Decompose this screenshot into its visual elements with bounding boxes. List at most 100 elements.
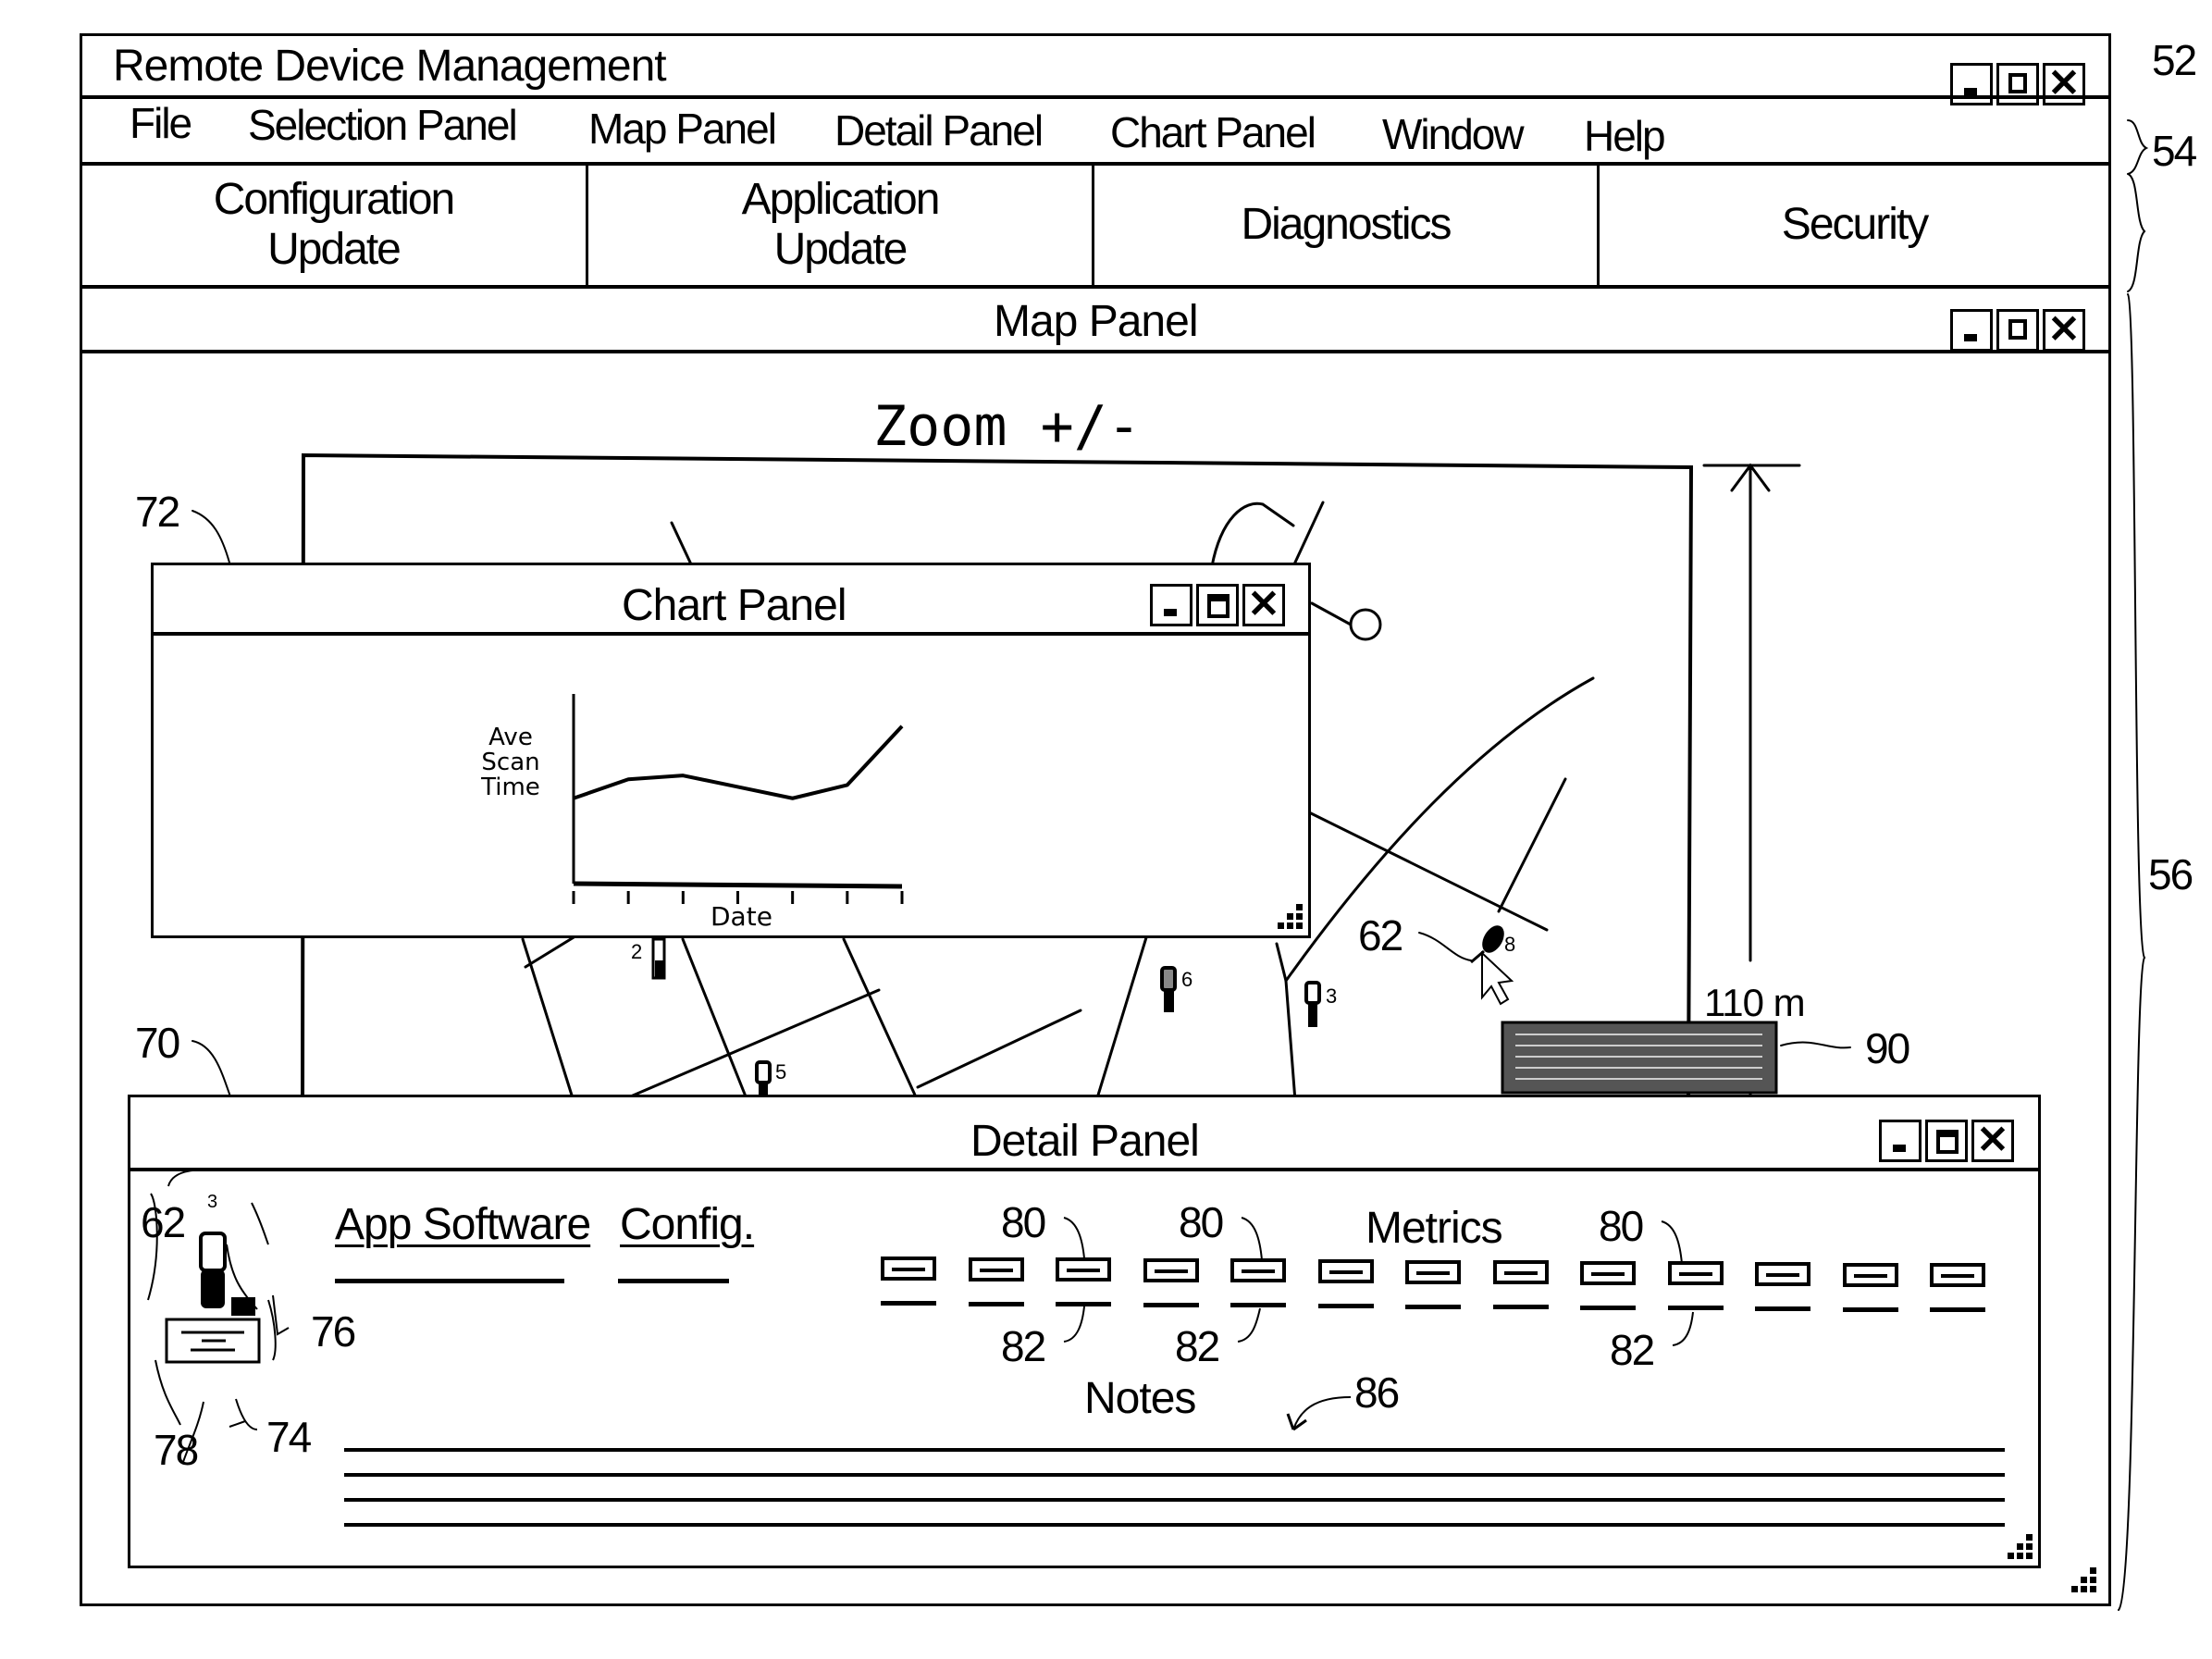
map-road bbox=[1497, 777, 1567, 913]
maximize-icon bbox=[1207, 594, 1230, 618]
metric-item[interactable] bbox=[1755, 1262, 1810, 1286]
ref-label-74: 74 bbox=[266, 1413, 312, 1461]
metric-value bbox=[1930, 1307, 1985, 1313]
resize-grip-icon[interactable] bbox=[2007, 1534, 2034, 1562]
detail-minimize-button[interactable] bbox=[1879, 1120, 1922, 1162]
ref-label-62-detail: 62 bbox=[141, 1198, 186, 1246]
minimize-icon bbox=[1893, 1145, 1906, 1152]
leader-72 bbox=[192, 510, 230, 563]
detail-panel-titlebar-divider bbox=[130, 1168, 2038, 1171]
chart-xlabel: Date bbox=[711, 901, 772, 932]
metric-item[interactable] bbox=[1492, 1260, 1549, 1285]
ref-label-54: 54 bbox=[2152, 127, 2197, 175]
detail-panel-controls: ✕ bbox=[1879, 1118, 2014, 1162]
metric-item[interactable] bbox=[1580, 1260, 1636, 1285]
metric-item[interactable] bbox=[1230, 1258, 1286, 1283]
detail-maximize-button[interactable] bbox=[1925, 1120, 1968, 1162]
metrics-label: Metrics bbox=[1366, 1204, 1503, 1253]
map-road bbox=[1210, 501, 1295, 568]
cursor-icon bbox=[1481, 950, 1514, 1006]
metric-value bbox=[1405, 1304, 1461, 1309]
resize-grip-icon[interactable] bbox=[2070, 1567, 2098, 1595]
metric-item[interactable] bbox=[1667, 1261, 1724, 1286]
tab-config[interactable]: Config. bbox=[620, 1199, 755, 1250]
notes-label: Notes bbox=[1084, 1374, 1196, 1423]
device-marker-3 bbox=[1304, 981, 1321, 1027]
map-road bbox=[1284, 676, 1595, 983]
ref-label-52: 52 bbox=[2152, 36, 2197, 84]
map-road bbox=[1275, 942, 1288, 983]
chart-maximize-button[interactable] bbox=[1196, 584, 1239, 626]
chart-panel-controls: ✕ bbox=[1150, 582, 1285, 626]
ref-label-80: 80 bbox=[1179, 1198, 1224, 1246]
config-value bbox=[618, 1279, 729, 1283]
map-road bbox=[1094, 933, 1149, 1103]
map-road bbox=[618, 988, 881, 1103]
resize-grip-icon[interactable] bbox=[1277, 904, 1304, 932]
ref-label-62: 62 bbox=[1358, 911, 1403, 959]
metric-value bbox=[1143, 1302, 1199, 1307]
detail-close-button[interactable]: ✕ bbox=[1971, 1118, 2014, 1162]
metric-value bbox=[881, 1301, 936, 1306]
metric-item[interactable] bbox=[1317, 1259, 1374, 1283]
device-label-6: 6 bbox=[1181, 968, 1193, 991]
metric-item[interactable] bbox=[1143, 1257, 1199, 1282]
maximize-icon bbox=[1936, 1130, 1959, 1154]
metric-item[interactable] bbox=[1842, 1262, 1898, 1287]
ref-label-76: 76 bbox=[311, 1307, 356, 1356]
map-road bbox=[524, 933, 580, 969]
device-marker-6 bbox=[1160, 966, 1177, 1012]
leader-62 bbox=[1418, 932, 1472, 961]
map-road bbox=[916, 1009, 1082, 1089]
map-landmark bbox=[1349, 608, 1382, 641]
tab-app-software[interactable]: App Software bbox=[335, 1199, 591, 1250]
metric-item[interactable] bbox=[881, 1257, 936, 1281]
leader-90 bbox=[1780, 1041, 1851, 1049]
leader-70 bbox=[192, 1040, 232, 1100]
ref-label-70: 70 bbox=[135, 1019, 180, 1067]
metric-value bbox=[1317, 1304, 1374, 1308]
close-icon: ✕ bbox=[1976, 1118, 2009, 1161]
brace-54 bbox=[2127, 119, 2149, 292]
close-icon: ✕ bbox=[1247, 582, 1280, 625]
metric-value bbox=[1667, 1306, 1724, 1311]
notes-line bbox=[344, 1498, 2005, 1502]
brace-56 bbox=[2118, 293, 2146, 1611]
chart-panel: Chart Panel ✕ bbox=[151, 563, 1311, 938]
notes-line bbox=[344, 1448, 2005, 1452]
app-software-value bbox=[335, 1279, 564, 1283]
notes-line bbox=[344, 1473, 2005, 1477]
device-number: 3 bbox=[207, 1192, 217, 1212]
device-marker-2 bbox=[651, 937, 666, 980]
map-road bbox=[1291, 501, 1325, 568]
map-road bbox=[1307, 811, 1549, 932]
ref-label-72: 72 bbox=[135, 488, 180, 536]
device-label-5: 5 bbox=[775, 1060, 786, 1083]
scale-bar bbox=[1702, 463, 1801, 962]
device-label-3: 3 bbox=[1326, 984, 1337, 1008]
device-label-8: 8 bbox=[1504, 933, 1515, 956]
metric-value bbox=[1056, 1302, 1111, 1307]
metric-item[interactable] bbox=[968, 1257, 1024, 1281]
ref-label-86: 86 bbox=[1354, 1368, 1400, 1417]
ref-label-56: 56 bbox=[2148, 850, 2193, 898]
minimize-icon bbox=[1164, 609, 1177, 616]
chart-close-button[interactable]: ✕ bbox=[1242, 582, 1285, 626]
metric-item[interactable] bbox=[1930, 1263, 1985, 1288]
device-marker-8 bbox=[1470, 925, 1504, 964]
ref-label-80: 80 bbox=[1001, 1198, 1046, 1246]
chart-panel-title: Chart Panel bbox=[622, 581, 846, 630]
device-label-2: 2 bbox=[631, 940, 642, 963]
scale-label: 110 m bbox=[1704, 981, 1806, 1024]
ref-label-82: 82 bbox=[1610, 1326, 1655, 1374]
chart-ylabel: Ave Scan Time bbox=[481, 724, 540, 801]
metric-item[interactable] bbox=[1056, 1257, 1111, 1282]
map-road bbox=[681, 937, 749, 1103]
ref-label-82: 82 bbox=[1001, 1322, 1046, 1370]
ref-label-82: 82 bbox=[1175, 1322, 1220, 1370]
metric-item[interactable] bbox=[1405, 1259, 1461, 1284]
ref-label-78: 78 bbox=[154, 1426, 199, 1474]
detail-panel-title: Detail Panel bbox=[970, 1117, 1200, 1166]
map-road bbox=[842, 937, 920, 1103]
chart-minimize-button[interactable] bbox=[1150, 584, 1193, 626]
